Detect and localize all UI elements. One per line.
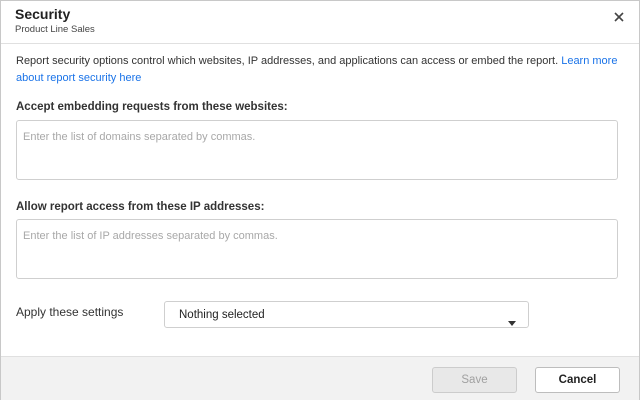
close-button[interactable] [611, 9, 627, 25]
security-dialog: Security Product Line Sales Report secur… [0, 0, 640, 400]
apply-settings-select[interactable]: Nothing selected [164, 301, 529, 328]
cancel-button[interactable]: Cancel [535, 367, 620, 393]
dialog-footer: Save Cancel [1, 356, 639, 400]
description-text: Report security options control which we… [16, 55, 562, 67]
websites-label: Accept embedding requests from these web… [16, 101, 288, 113]
ip-addresses-placeholder: Enter the list of IP addresses separated… [23, 230, 278, 242]
apply-settings-value: Nothing selected [179, 309, 265, 321]
websites-placeholder: Enter the list of domains separated by c… [23, 131, 256, 143]
caret-down-icon [508, 313, 516, 331]
apply-settings-label: Apply these settings [16, 305, 124, 319]
dialog-subtitle: Product Line Sales [15, 24, 95, 35]
close-icon [611, 9, 627, 25]
save-button[interactable]: Save [432, 367, 517, 393]
ip-addresses-label: Allow report access from these IP addres… [16, 201, 265, 213]
dialog-title: Security [15, 6, 71, 22]
ip-addresses-input[interactable]: Enter the list of IP addresses separated… [16, 219, 618, 279]
security-description: Report security options control which we… [16, 53, 628, 87]
dialog-header: Security Product Line Sales [1, 1, 639, 44]
websites-input[interactable]: Enter the list of domains separated by c… [16, 120, 618, 180]
